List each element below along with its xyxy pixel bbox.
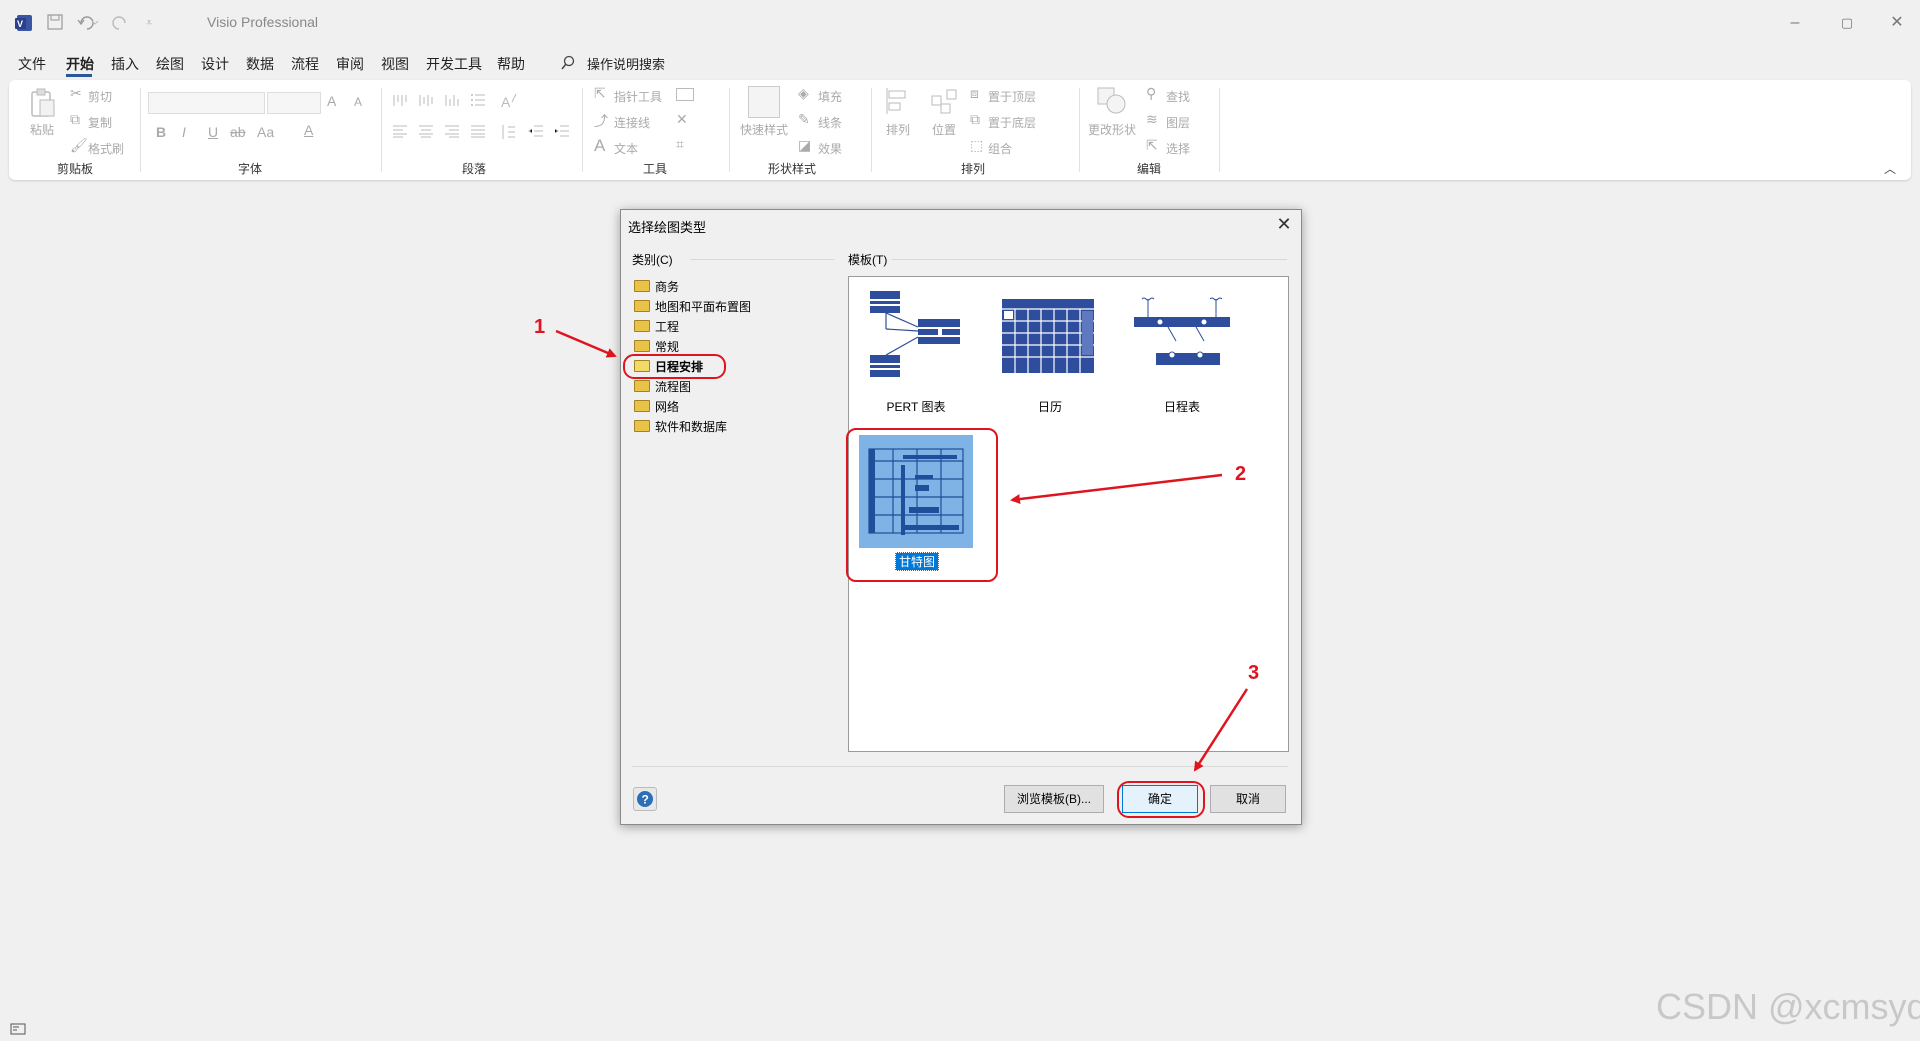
annotation-number-3: 3	[1248, 662, 1260, 684]
annotation-number-2: 2	[1235, 463, 1247, 485]
annotation-number-1: 1	[534, 316, 546, 338]
watermark: CSDN @xcmsyd	[1656, 986, 1920, 1027]
page-status-icon[interactable]	[10, 1022, 26, 1041]
status-bar	[0, 1016, 1920, 1040]
